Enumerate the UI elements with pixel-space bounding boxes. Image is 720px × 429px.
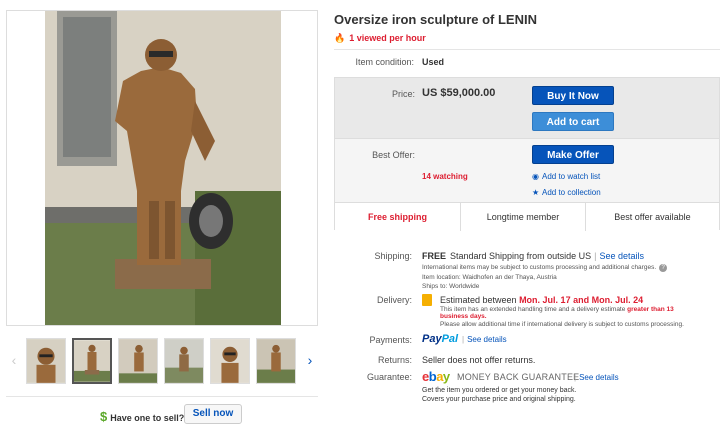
divider xyxy=(334,49,720,50)
shipping-line: FREE Standard Shipping from outside US | Se… xyxy=(422,251,644,261)
delivery-note-text: This item has an extended handling time … xyxy=(440,306,626,313)
feature-longtime-member: Longtime member xyxy=(461,203,586,231)
thumbnail[interactable] xyxy=(118,338,158,384)
ships-to: Ships to: Worldwide xyxy=(422,283,480,290)
offer-area: Best Offer: Make Offer 14 watching ◉ Add … xyxy=(335,138,719,202)
watch-list-text: Add to watch list xyxy=(542,172,601,181)
eye-icon: ◉ xyxy=(532,172,539,181)
watching-count: 14 watching xyxy=(422,172,468,181)
viewed-text: 1 viewed per hour xyxy=(349,33,426,43)
feature-bar: Free shipping Longtime member Best offer… xyxy=(335,202,719,231)
delivery-note: This item has an extended handling time … xyxy=(440,306,674,313)
feature-best-offer: Best offer available xyxy=(614,212,691,222)
delivery-customs-note: Please allow additional time if internat… xyxy=(440,321,684,328)
listing-title: Oversize iron sculpture of LENIN xyxy=(334,12,537,27)
thumbnail[interactable] xyxy=(210,338,250,384)
chevron-left-icon[interactable]: ‹ xyxy=(8,352,20,368)
thumbnail[interactable] xyxy=(26,338,66,384)
paypal-logo: PayPal xyxy=(422,333,458,345)
guarantee-details-link[interactable]: See details xyxy=(579,373,619,382)
best-offer-label: Best Offer: xyxy=(372,150,415,160)
lenin-sculpture-photo xyxy=(45,11,281,325)
delivery-note-red: greater than 13 xyxy=(627,306,674,313)
delivery-note-business-days: business days. xyxy=(440,313,487,320)
dollar-icon: $ xyxy=(100,409,108,424)
condition-label: Item condition: xyxy=(355,57,414,67)
returns-label: Returns: xyxy=(377,355,412,365)
chevron-right-icon[interactable]: › xyxy=(304,352,316,368)
money-back-guarantee: MONEY BACK GUARANTEE xyxy=(457,372,580,382)
buy-panel: Price: US $59,000.00 Buy It Now Add to c… xyxy=(334,77,720,231)
returns-value: Seller does not offer returns. xyxy=(422,355,536,365)
ebay-logo: ebay xyxy=(422,369,450,384)
add-to-collection-link[interactable]: ★ Add to collection xyxy=(532,188,601,197)
separator: | xyxy=(594,251,597,261)
sell-question-text: Have one to sell? xyxy=(110,413,185,423)
shipping-method: Standard Shipping from outside US xyxy=(450,251,592,261)
payments-label: Payments: xyxy=(369,335,412,345)
delivery-estimate: Estimated between Mon. Jul. 17 and Mon. … xyxy=(440,295,643,305)
add-to-watch-list-link[interactable]: ◉ Add to watch list xyxy=(532,172,600,181)
make-offer-button[interactable]: Make Offer xyxy=(532,145,614,164)
thumbnail-active[interactable] xyxy=(72,338,112,384)
guarantee-line-1: Get the item you ordered or get your mon… xyxy=(422,387,577,394)
condition-value: Used xyxy=(422,57,445,67)
shipping-label: Shipping: xyxy=(374,251,412,261)
delivery-business-days: business days. xyxy=(440,313,487,320)
sell-question: $ Have one to sell? xyxy=(100,409,184,424)
sell-box: $ Have one to sell? Sell now xyxy=(6,396,318,429)
viewed-count: 🔥 1 viewed per hour xyxy=(334,33,426,44)
delivery-dates: Mon. Jul. 17 and Mon. Jul. 24 xyxy=(519,295,644,305)
price-label: Price: xyxy=(391,89,415,99)
guarantee-line-2: Covers your purchase price and original … xyxy=(422,396,576,403)
separator: | xyxy=(462,335,465,344)
thumbnail-strip: ‹ › xyxy=(6,336,318,386)
main-photo[interactable] xyxy=(6,10,318,326)
question-icon[interactable]: ? xyxy=(659,264,668,272)
shipping-details-link[interactable]: See details xyxy=(599,251,644,261)
add-to-cart-button[interactable]: Add to cart xyxy=(532,112,614,131)
customs-note: International items may be subject to cu… xyxy=(422,264,668,272)
guarantee-details: | See details xyxy=(571,373,619,382)
guarantee-label: Guarantee: xyxy=(366,372,412,382)
flame-icon: 🔥 xyxy=(334,33,346,43)
delivery-label: Delivery: xyxy=(376,295,412,305)
feature-free-shipping: Free shipping xyxy=(335,203,461,231)
star-icon: ★ xyxy=(532,188,540,197)
ebay-logo-y: y xyxy=(442,369,450,384)
shipping-free: FREE xyxy=(422,251,447,261)
payments-details: | See details xyxy=(459,335,507,344)
customs-note-text: International items may be subject to cu… xyxy=(422,264,657,271)
payments-details-link[interactable]: See details xyxy=(467,335,507,344)
paypal-logo-pal: Pal xyxy=(441,333,459,345)
ebay-logo-a: a xyxy=(436,369,443,384)
collection-text: Add to collection xyxy=(542,188,601,197)
thumbnail[interactable] xyxy=(164,338,204,384)
delivery-prefix: Estimated between xyxy=(440,295,517,305)
separator: | xyxy=(574,373,577,382)
item-location: Item location: Waidhofen an der Thaya, A… xyxy=(422,274,557,281)
delivery-truck-icon xyxy=(422,294,432,306)
sell-now-button[interactable]: Sell now xyxy=(184,404,242,424)
buy-it-now-button[interactable]: Buy It Now xyxy=(532,86,614,105)
ebay-logo-e: e xyxy=(422,369,429,384)
paypal-logo-pay: Pay xyxy=(422,333,442,345)
thumbnail[interactable] xyxy=(256,338,296,384)
price-area: Price: US $59,000.00 Buy It Now Add to c… xyxy=(335,78,719,138)
price-value: US $59,000.00 xyxy=(422,87,496,99)
